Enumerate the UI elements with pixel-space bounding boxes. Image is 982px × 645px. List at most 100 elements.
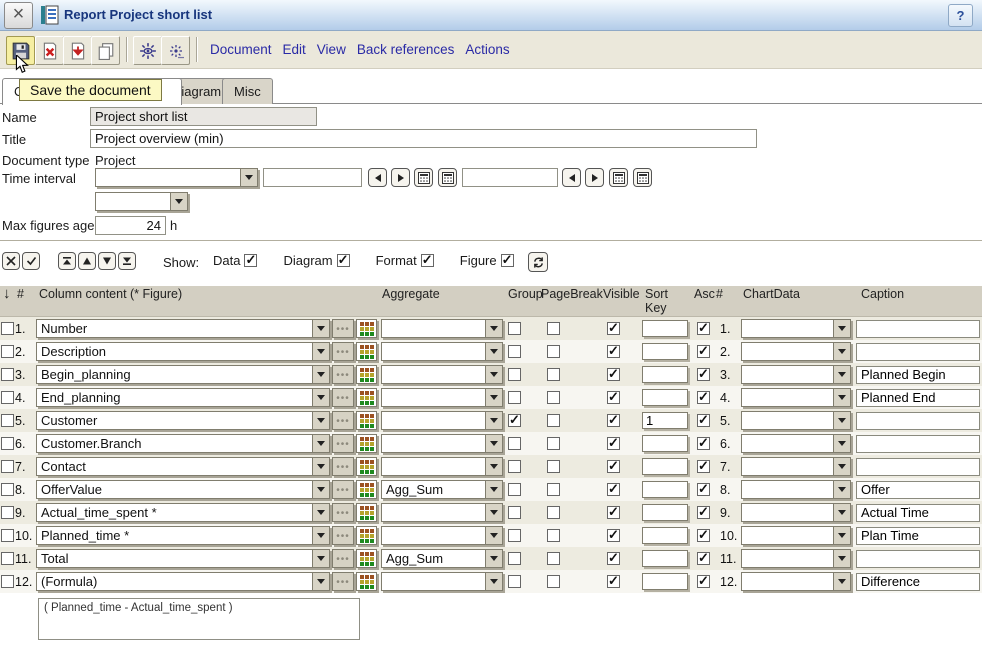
row-select-checkbox[interactable] [1, 368, 14, 381]
aggregate-select[interactable] [381, 457, 503, 476]
row-select-checkbox[interactable] [1, 575, 14, 588]
asc-checkbox[interactable] [697, 481, 710, 497]
column-content-select[interactable]: (Formula) [36, 572, 330, 591]
calendar-button[interactable] [414, 168, 433, 187]
move-up-button[interactable] [78, 252, 96, 270]
ellipsis-button[interactable] [332, 365, 354, 384]
column-content-select[interactable]: Begin_planning [36, 365, 330, 384]
group-checkbox[interactable] [508, 391, 521, 404]
menu-back-references[interactable]: Back references [357, 42, 455, 57]
ellipsis-button[interactable] [332, 549, 354, 568]
chevron-down-icon[interactable] [833, 481, 850, 498]
row-select-checkbox[interactable] [1, 529, 14, 542]
chevron-down-icon[interactable] [833, 389, 850, 406]
pagebreak-checkbox[interactable] [547, 437, 560, 450]
formula-editor[interactable] [38, 598, 360, 640]
pagebreak-checkbox[interactable] [547, 506, 560, 519]
group-checkbox[interactable] [508, 322, 521, 335]
column-content-select[interactable]: Planned_time * [36, 526, 330, 545]
caption-input[interactable] [856, 549, 980, 568]
visible-checkbox[interactable] [607, 504, 620, 520]
chevron-down-icon[interactable] [485, 504, 502, 521]
chartdata-select[interactable] [741, 572, 851, 591]
format-colors-button[interactable] [356, 480, 377, 499]
asc-checkbox[interactable] [697, 435, 710, 451]
aggregate-select[interactable] [381, 388, 503, 407]
asc-checkbox[interactable] [697, 412, 710, 428]
format-colors-button[interactable] [356, 434, 377, 453]
chevron-down-icon[interactable] [485, 458, 502, 475]
select-all-button[interactable] [22, 252, 40, 270]
chevron-down-icon[interactable] [312, 343, 329, 360]
chevron-down-icon[interactable] [833, 504, 850, 521]
aggregate-select[interactable] [381, 503, 503, 522]
asc-checkbox[interactable] [697, 389, 710, 405]
group-checkbox[interactable] [508, 437, 521, 450]
sort-key-input[interactable] [642, 389, 688, 406]
sort-key-input[interactable] [642, 527, 688, 544]
group-checkbox[interactable] [508, 345, 521, 358]
row-select-checkbox[interactable] [1, 552, 14, 565]
caption-input[interactable] [856, 365, 980, 384]
caption-input[interactable] [856, 526, 980, 545]
chevron-down-icon[interactable] [312, 435, 329, 452]
display-document-button[interactable] [133, 36, 162, 65]
format-colors-button[interactable] [356, 342, 377, 361]
calendar-button[interactable] [609, 168, 628, 187]
show-option-checkbox[interactable] [500, 252, 514, 268]
chevron-down-icon[interactable] [833, 527, 850, 544]
chevron-down-icon[interactable] [833, 412, 850, 429]
group-checkbox[interactable] [508, 412, 521, 428]
format-colors-button[interactable] [356, 572, 377, 591]
visible-checkbox[interactable] [607, 550, 620, 566]
aggregate-select[interactable]: Agg_Sum [381, 480, 503, 499]
chevron-down-icon[interactable] [312, 550, 329, 567]
ellipsis-button[interactable] [332, 342, 354, 361]
pagebreak-checkbox[interactable] [547, 529, 560, 542]
group-checkbox[interactable] [508, 529, 521, 542]
ellipsis-button[interactable] [332, 572, 354, 591]
max-figures-age-input[interactable] [95, 216, 166, 235]
sort-key-input[interactable] [642, 504, 688, 521]
chevron-down-icon[interactable] [833, 343, 850, 360]
chevron-down-icon[interactable] [485, 550, 502, 567]
chartdata-select[interactable] [741, 342, 851, 361]
pagebreak-checkbox[interactable] [547, 575, 560, 588]
chevron-down-icon[interactable] [170, 193, 187, 210]
chevron-down-icon[interactable] [833, 366, 850, 383]
time-to-input[interactable] [462, 168, 558, 187]
chartdata-select[interactable] [741, 434, 851, 453]
visible-checkbox[interactable] [607, 389, 620, 405]
visible-checkbox[interactable] [607, 458, 620, 474]
move-down-button[interactable] [98, 252, 116, 270]
move-to-bottom-button[interactable] [118, 252, 136, 270]
asc-checkbox[interactable] [697, 343, 710, 359]
asc-checkbox[interactable] [697, 527, 710, 543]
chevron-down-icon[interactable] [312, 504, 329, 521]
import-document-button[interactable] [63, 36, 92, 65]
asc-checkbox[interactable] [697, 504, 710, 520]
tab-misc[interactable]: Misc [222, 78, 273, 104]
pagebreak-checkbox[interactable] [547, 345, 560, 358]
chevron-down-icon[interactable] [485, 573, 502, 590]
column-content-select[interactable]: Total [36, 549, 330, 568]
visible-checkbox[interactable] [607, 481, 620, 497]
chevron-down-icon[interactable] [485, 527, 502, 544]
row-select-checkbox[interactable] [1, 437, 14, 450]
menu-edit[interactable]: Edit [283, 42, 306, 57]
title-input[interactable] [90, 129, 757, 148]
close-button[interactable]: × [4, 2, 33, 29]
format-colors-button[interactable] [356, 503, 377, 522]
chevron-down-icon[interactable] [833, 573, 850, 590]
ellipsis-button[interactable] [332, 319, 354, 338]
column-content-select[interactable]: Description [36, 342, 330, 361]
sort-key-input[interactable] [642, 435, 688, 452]
pagebreak-checkbox[interactable] [547, 552, 560, 565]
calendar-button[interactable] [438, 168, 457, 187]
chevron-down-icon[interactable] [833, 320, 850, 337]
sort-key-input[interactable] [642, 412, 688, 429]
sort-column-icon[interactable]: ↓ [0, 286, 14, 316]
chartdata-select[interactable] [741, 411, 851, 430]
chevron-down-icon[interactable] [833, 458, 850, 475]
aggregate-select[interactable] [381, 526, 503, 545]
